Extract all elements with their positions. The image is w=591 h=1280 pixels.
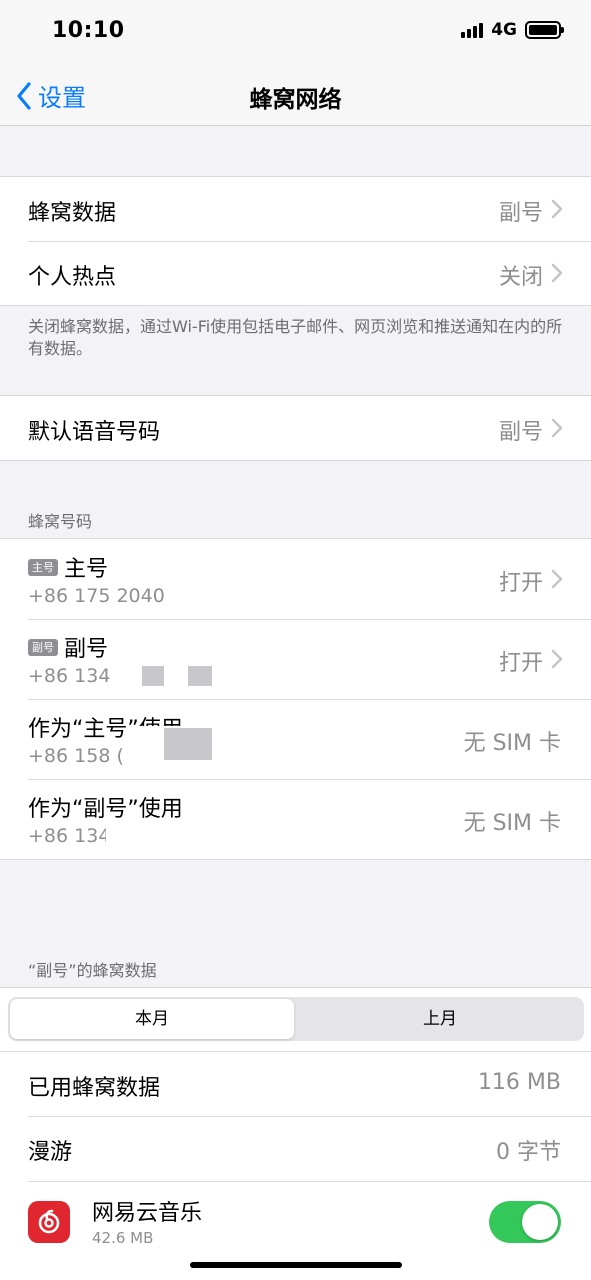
app-cellular-toggle[interactable] [489,1201,561,1243]
row-value: 打开 [498,571,543,596]
cellular-plans-group: 主号 主号 +86 175 2040 打开 副号 副号 +86 134 打开 作… [0,538,591,860]
privacy-mask [188,666,212,686]
plan-number: +86 158 ( [28,745,124,767]
row-value: 0 字节 [496,1140,561,1165]
voice-group: 默认语音号码 副号 [0,395,591,461]
sim-tag: 副号 [28,638,58,656]
app-data-size: 42.6 MB [92,1229,154,1247]
row-label: 蜂窝数据 [28,201,117,226]
app-name: 网易云音乐 [92,1201,203,1226]
row-label: 个人热点 [28,265,117,290]
status-bar: 10:10 4G [0,0,591,62]
sim-tag: 主号 [28,558,58,576]
row-value: 打开 [498,651,543,676]
nav-bar: 设置 蜂窝网络 [0,62,591,126]
chevron-right-icon [551,569,563,589]
row-value: 无 SIM 卡 [463,731,561,756]
network-type: 4G [491,20,517,40]
plan-number: +86 175 2040 [28,585,165,607]
row-value: 副号 [498,201,543,226]
page-title: 蜂窝网络 [249,87,342,113]
plan-title: 副号 副号 [28,631,108,663]
battery-icon [525,21,564,39]
roaming-row: 漫游 0 字节 [0,1116,591,1181]
app-row-netease-music: 网易云音乐 42.6 MB [0,1181,591,1265]
privacy-mask [142,666,164,686]
plan-number: +86 134 [28,665,111,687]
plan-title: 作为“副号”使用 [28,797,183,822]
row-label: 漫游 [28,1140,73,1165]
row-label: 默认语音号码 [28,420,161,445]
toggle-knob [522,1204,558,1240]
data-usage-rows: 已用蜂窝数据 116 MB 漫游 0 字节 网易云音乐 42.6 MB [0,1051,591,1265]
chevron-right-icon [551,649,563,669]
plan-name: 副号 [64,637,109,662]
row-label: 已用蜂窝数据 [28,1076,161,1101]
status-time: 10:10 [52,18,125,43]
period-segmented-control: 本月 上月 [8,997,584,1041]
section-header: “副号”的蜂窝数据 [28,961,157,980]
row-value: 副号 [498,420,543,445]
segment-last-month[interactable]: 上月 [298,999,582,1039]
chevron-right-icon [551,263,563,283]
plan-row-secondary[interactable]: 副号 副号 +86 134 打开 [0,619,591,699]
cellular-settings-group: 蜂窝数据 副号 个人热点 关闭 [0,176,591,306]
netease-music-icon [28,1201,70,1243]
plan-number: +86 134 [28,825,111,847]
privacy-mask [164,728,212,760]
section-header: 蜂窝号码 [28,512,93,531]
privacy-mask [106,822,256,858]
used-data-row: 已用蜂窝数据 116 MB [0,1051,591,1116]
plan-title: 主号 主号 [28,551,108,583]
status-icons: 4G [461,20,564,40]
personal-hotspot-row[interactable]: 个人热点 关闭 [0,241,591,305]
signal-icon [461,22,484,38]
home-indicator[interactable] [190,1262,402,1268]
plan-row-primary[interactable]: 主号 主号 +86 175 2040 打开 [0,539,591,619]
default-voice-line-row[interactable]: 默认语音号码 副号 [0,396,591,460]
segment-this-month[interactable]: 本月 [10,999,294,1039]
plan-name: 主号 [64,557,109,582]
chevron-right-icon [551,199,563,219]
chevron-right-icon [551,418,563,438]
privacy-mask [168,585,218,615]
row-value: 关闭 [498,265,543,290]
row-value: 116 MB [477,1070,561,1095]
plan-row-use-as-secondary[interactable]: 作为“副号”使用 +86 134 无 SIM 卡 [0,779,591,859]
plan-row-use-as-primary[interactable]: 作为“主号”使用 +86 158 ( 无 SIM 卡 [0,699,591,779]
cellular-footer-note: 关闭蜂窝数据，通过Wi-Fi使用包括电子邮件、网页浏览和推送通知在内的所有数据。 [28,317,563,358]
row-value: 无 SIM 卡 [463,811,561,836]
cellular-data-row[interactable]: 蜂窝数据 副号 [0,177,591,241]
